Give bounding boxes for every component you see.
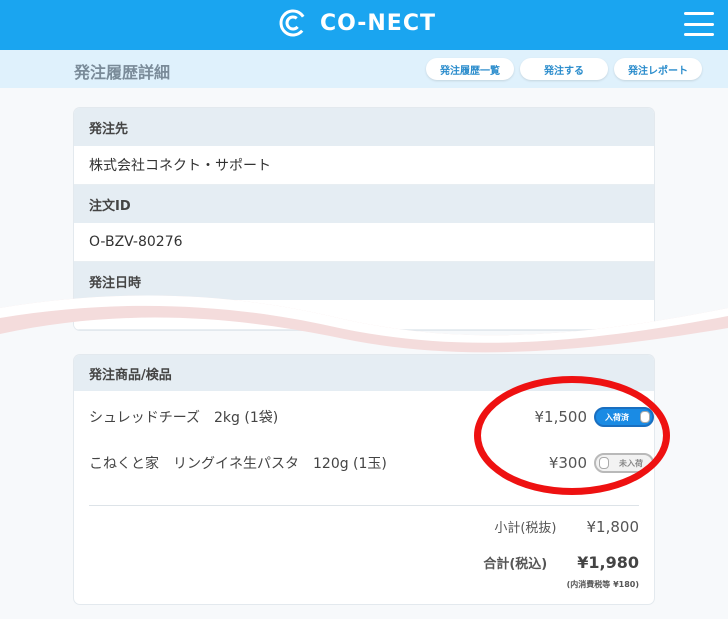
total-value: ¥1,980 bbox=[577, 553, 639, 572]
order-report-button[interactable]: 発注レポート bbox=[614, 58, 702, 80]
torn-edge-overlay bbox=[0, 295, 728, 353]
subheader: 発注履歴詳細 発注履歴一覧 発注する 発注レポート bbox=[0, 50, 728, 88]
logo-text: CO-NECT bbox=[320, 10, 436, 36]
tax-note: (内消費税等 ¥180) bbox=[566, 580, 639, 589]
hamburger-menu-icon[interactable] bbox=[684, 12, 714, 36]
subtotal-row: 小計(税抜) ¥1,800 bbox=[494, 517, 639, 536]
highlight-circle bbox=[474, 376, 670, 495]
supplier-value: 株式会社コネクト・サポート bbox=[74, 146, 654, 185]
order-id-value: O-BZV-80276 bbox=[74, 223, 654, 262]
total-label: 合計(税込) bbox=[483, 557, 548, 572]
subtotal-label: 小計(税抜) bbox=[494, 521, 557, 536]
page-title: 発注履歴詳細 bbox=[74, 63, 171, 82]
divider bbox=[89, 505, 639, 506]
app-header: CO-NECT bbox=[0, 0, 728, 50]
order-history-list-button[interactable]: 発注履歴一覧 bbox=[426, 58, 514, 80]
total-row: 合計(税込) ¥1,980 bbox=[483, 553, 639, 572]
place-order-button[interactable]: 発注する bbox=[520, 58, 608, 80]
subtotal-value: ¥1,800 bbox=[586, 518, 640, 536]
supplier-label: 発注先 bbox=[74, 108, 654, 146]
order-id-label: 注文ID bbox=[74, 185, 654, 223]
logo[interactable]: CO-NECT bbox=[278, 8, 436, 38]
conect-logo-icon bbox=[279, 9, 307, 37]
